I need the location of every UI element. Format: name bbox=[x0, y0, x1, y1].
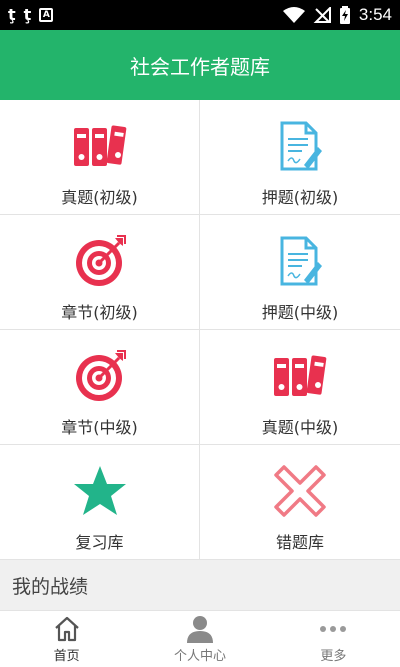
menu-zhenti-chuji[interactable]: 真题(初级) bbox=[0, 100, 200, 215]
target-icon bbox=[70, 235, 130, 287]
menu-label: 押题(初级) bbox=[261, 188, 339, 207]
menu-yati-chuji[interactable]: 押题(初级) bbox=[200, 100, 400, 215]
menu-zhangjie-zhongji[interactable]: 章节(中级) bbox=[0, 330, 200, 445]
page-title: 社会工作者题库 bbox=[130, 54, 270, 79]
bottom-tab-bar: 首页 个人中心 更多 bbox=[0, 610, 400, 667]
section-my-record: 我的战绩 bbox=[0, 560, 400, 610]
question-bank-grid: 真题(初级) 押题(初级) 章节(初级) 押题(中级) 章节(中级) 真题(中级… bbox=[0, 100, 400, 560]
battery-charging-icon bbox=[339, 6, 350, 24]
no-signal-icon bbox=[313, 7, 331, 23]
target-icon bbox=[70, 350, 130, 402]
more-icon bbox=[317, 615, 349, 643]
menu-cuotiku[interactable]: 错题库 bbox=[200, 445, 400, 560]
notification-icon: ţ bbox=[8, 5, 16, 24]
document-pen-icon bbox=[270, 120, 330, 172]
document-pen-icon bbox=[270, 235, 330, 287]
menu-label: 章节(中级) bbox=[61, 418, 138, 437]
menu-zhangjie-chuji[interactable]: 章节(初级) bbox=[0, 215, 200, 330]
menu-label: 章节(初级) bbox=[61, 303, 138, 322]
tab-personal-center[interactable]: 个人中心 bbox=[133, 611, 266, 667]
menu-zhenti-zhongji[interactable]: 真题(中级) bbox=[200, 330, 400, 445]
menu-yati-zhongji[interactable]: 押题(中级) bbox=[200, 215, 400, 330]
tab-label: 个人中心 bbox=[173, 648, 226, 664]
tab-label: 首页 bbox=[53, 648, 80, 664]
star-icon bbox=[70, 465, 130, 517]
wifi-icon bbox=[282, 7, 305, 23]
menu-label: 押题(中级) bbox=[261, 303, 339, 322]
tab-label: 更多 bbox=[320, 648, 347, 664]
notification-icon: ţ bbox=[23, 5, 32, 24]
binders-icon bbox=[70, 120, 130, 172]
app-header: 社会工作者题库 bbox=[0, 30, 400, 100]
menu-label: 真题(中级) bbox=[261, 418, 339, 437]
menu-label: 真题(初级) bbox=[61, 188, 138, 207]
section-title: 我的战绩 bbox=[12, 575, 89, 598]
home-icon bbox=[51, 615, 83, 643]
person-icon bbox=[184, 615, 216, 643]
menu-fuxiku[interactable]: 复习库 bbox=[0, 445, 200, 560]
status-bar: ţ ţ A 3:54 bbox=[0, 0, 400, 30]
tab-home[interactable]: 首页 bbox=[0, 611, 133, 667]
a-app-icon: A bbox=[39, 8, 54, 22]
clock: 3:54 bbox=[358, 5, 392, 24]
menu-label: 复习库 bbox=[75, 533, 124, 552]
tab-more[interactable]: 更多 bbox=[267, 611, 400, 667]
binders-icon bbox=[270, 350, 330, 402]
x-icon bbox=[270, 465, 330, 517]
menu-label: 错题库 bbox=[275, 533, 324, 552]
